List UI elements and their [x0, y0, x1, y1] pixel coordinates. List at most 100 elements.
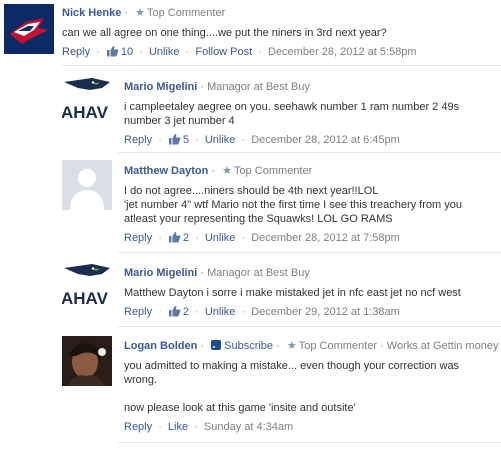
separator: · — [158, 421, 162, 433]
separator: · — [200, 267, 205, 279]
separator: · — [380, 340, 384, 352]
thumbs-up-icon[interactable] — [168, 305, 181, 321]
reply-link[interactable]: Reply — [62, 46, 90, 58]
separator: · — [158, 134, 162, 146]
like-count[interactable]: 5 — [183, 134, 189, 146]
comment-text: you admitted to making a mistake... even… — [124, 359, 498, 415]
comment-line: now please look at this game 'insite and… — [124, 402, 356, 414]
separator: · — [139, 46, 143, 58]
star-icon: ★ — [286, 340, 297, 352]
commenter-role: Top Commenter — [298, 340, 377, 352]
avatar[interactable] — [62, 160, 112, 210]
author-name[interactable]: Matthew Dayton — [124, 165, 208, 177]
divider — [118, 152, 501, 153]
timestamp[interactable]: December 28, 2012 at 6:45pm — [251, 134, 400, 146]
comment-text: I do not agree....niners should be 4th n… — [124, 184, 462, 226]
separator: · — [258, 46, 262, 58]
subscribe-icon[interactable] — [211, 340, 222, 350]
separator: · — [195, 232, 199, 244]
like-count[interactable]: 2 — [183, 306, 189, 318]
follow-post-link[interactable]: Follow Post — [195, 46, 252, 58]
comment-line — [124, 387, 498, 401]
author-name[interactable]: Mario Migelini — [124, 81, 197, 93]
separator: · — [194, 421, 198, 433]
separator: · — [241, 232, 246, 244]
separator: · — [158, 232, 162, 244]
separator: · — [96, 46, 100, 58]
timestamp[interactable]: December 28, 2012 at 5:58pm — [268, 46, 417, 58]
reply-link[interactable]: Reply — [124, 421, 152, 433]
commenter-role: Managor at Best Buy — [207, 81, 310, 93]
timestamp[interactable]: December 28, 2012 at 7:58pm — [251, 232, 400, 244]
comment-actions: Reply · Like · Sunday at 4:34am — [124, 420, 498, 434]
comment-line: i campleetaley aegree on you. seehawk nu… — [124, 101, 460, 113]
divider — [62, 65, 501, 66]
divider — [118, 442, 501, 443]
unlike-link[interactable]: Unlike — [205, 306, 236, 318]
separator: · — [158, 306, 162, 318]
like-count[interactable]: 10 — [121, 46, 133, 58]
reply-link[interactable]: Reply — [124, 306, 152, 318]
comment-line: you admitted to making a mistake... even… — [124, 360, 460, 372]
like-link[interactable]: Like — [168, 421, 188, 433]
star-icon: ★ — [222, 165, 233, 177]
commenter-work: Works at Gettin money — [386, 340, 499, 352]
separator: · — [211, 165, 216, 177]
avatar[interactable] — [62, 336, 112, 386]
avatar-wordmark: AHAV — [62, 103, 109, 122]
avatar-wordmark: AHAV — [62, 289, 109, 308]
comment-actions: Reply · 10 · Unlike · Follow Post · Dece… — [62, 45, 417, 61]
seahawks-logo-icon: AHAV — [62, 76, 112, 126]
separator: · — [200, 340, 205, 352]
author-name[interactable]: Nick Henke — [62, 7, 121, 19]
comment-line: atleast your representing the Squawks! L… — [124, 213, 393, 225]
separator: · — [185, 46, 190, 58]
separator: · — [241, 306, 246, 318]
reply-link[interactable]: Reply — [124, 232, 152, 244]
reply-link[interactable]: Reply — [124, 134, 152, 146]
separator: · — [241, 134, 246, 146]
commenter-role: Top Commenter — [234, 165, 313, 177]
separator: · — [200, 81, 205, 93]
avatar[interactable]: AHAV — [62, 76, 112, 126]
divider — [118, 252, 501, 253]
unlike-link[interactable]: Unlike — [205, 134, 236, 146]
comment-line: Matthew Dayton i sorre i make mistaked j… — [124, 287, 461, 299]
comment-line: can we all agree on one thing....we put … — [62, 27, 387, 39]
comment-text: i campleetaley aegree on you. seehawk nu… — [124, 100, 459, 128]
comment-actions: Reply · 5 · Unlike · December 28, 2012 a… — [124, 133, 459, 149]
author-name[interactable]: Logan Bolden — [124, 340, 197, 352]
comment-text: Matthew Dayton i sorre i make mistaked j… — [124, 286, 461, 300]
separator: · — [276, 340, 280, 352]
separator: · — [195, 306, 199, 318]
comment-line: wrong. — [124, 374, 158, 386]
divider — [118, 326, 501, 327]
star-icon: ★ — [135, 7, 145, 19]
avatar[interactable] — [4, 4, 54, 54]
comment-actions: Reply · 2 · Unlike · December 29, 2012 a… — [124, 305, 461, 321]
commenter-role: Top Commenter — [146, 7, 226, 19]
separator: · — [195, 134, 199, 146]
comment-line: number 3 jet number 4 — [124, 115, 235, 127]
avatar[interactable]: AHAV — [62, 262, 112, 312]
patriots-logo-icon — [4, 4, 54, 54]
unlike-link[interactable]: Unlike — [205, 232, 236, 244]
seahawks-logo-icon: AHAV — [62, 262, 112, 312]
commenter-role: Managor at Best Buy — [207, 267, 310, 279]
timestamp[interactable]: December 29, 2012 at 1:38am — [251, 306, 400, 318]
default-profile-icon — [62, 160, 112, 210]
unlike-link[interactable]: Unlike — [149, 46, 180, 58]
thumbs-up-icon[interactable] — [168, 133, 181, 149]
profile-photo-icon — [62, 336, 112, 386]
comment-line: I do not agree....niners should be 4th n… — [124, 185, 379, 197]
thumbs-up-icon[interactable] — [168, 231, 181, 247]
comment-text: can we all agree on one thing....we put … — [62, 26, 417, 40]
comment-line: 'jet number 4" wtf Mario not the first t… — [124, 199, 462, 211]
comment-actions: Reply · 2 · Unlike · December 28, 2012 a… — [124, 231, 462, 247]
thumbs-up-icon[interactable] — [106, 45, 119, 61]
subscribe-link[interactable]: Subscribe — [224, 340, 273, 352]
separator: · — [124, 7, 129, 19]
timestamp[interactable]: Sunday at 4:34am — [204, 421, 293, 433]
author-name[interactable]: Mario Migelini — [124, 267, 197, 279]
like-count[interactable]: 2 — [183, 232, 189, 244]
